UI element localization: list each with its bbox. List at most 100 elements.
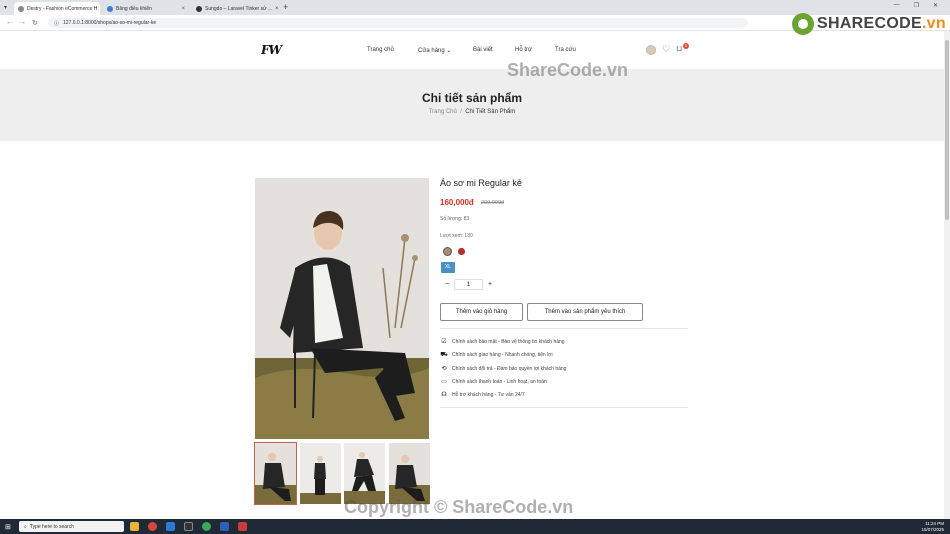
- tab-list-icon[interactable]: ▾: [4, 4, 7, 11]
- breadcrumb-current: Chi Tiết Sản Phẩm: [465, 109, 516, 115]
- minimize-icon[interactable]: —: [894, 2, 900, 9]
- policy-text: Chính sách giao hàng - Nhanh chóng, tiện…: [452, 352, 553, 358]
- url-field[interactable]: ⓘ 127.0.0.1:8000/shops/ao-so-mi-regular-…: [48, 18, 748, 28]
- watermark-center: ShareCode.vn: [507, 60, 629, 80]
- product-thumbnail-2[interactable]: [300, 443, 341, 504]
- color-swatch-1[interactable]: [443, 247, 452, 256]
- close-window-icon[interactable]: ✕: [933, 2, 938, 9]
- heart-icon[interactable]: ♡: [662, 44, 670, 55]
- user-avatar[interactable]: [646, 45, 656, 55]
- app-icon[interactable]: [202, 522, 211, 531]
- policy-text: Chính sách thanh toán - Linh hoạt, an to…: [452, 378, 547, 385]
- divider: [440, 328, 688, 329]
- back-icon[interactable]: ←: [6, 19, 13, 26]
- reload-icon[interactable]: ↻: [32, 19, 38, 27]
- truck-icon: ⛟: [440, 352, 448, 358]
- view-count: Lượt xem: 130: [440, 233, 473, 239]
- site-info-icon[interactable]: ⓘ: [54, 20, 59, 27]
- cart-count-badge: 0: [683, 43, 689, 49]
- favicon-icon: [18, 5, 24, 12]
- page-title: Chi tiết sản phẩm: [421, 91, 522, 105]
- system-tray-clock[interactable]: 11:24 PM 15/07/2025: [921, 521, 944, 532]
- policy-item-shipping: ⛟ Chính sách giao hàng - Nhanh chóng, tiệ…: [440, 351, 553, 359]
- credit-card-icon: ▭: [441, 379, 447, 385]
- taskbar-search[interactable]: ⌕ Type here to search: [19, 521, 124, 532]
- product-thumbnail-4[interactable]: [389, 443, 430, 504]
- quantity-increase-button[interactable]: +: [484, 279, 496, 290]
- color-swatch-2[interactable]: [457, 247, 466, 256]
- size-option-xl[interactable]: XL: [441, 262, 455, 273]
- stock-quantity: Số lượng: 83: [440, 216, 470, 222]
- nav-shop[interactable]: Cửa hàng ⌄: [418, 47, 451, 54]
- brand-main: SHARECODE: [817, 15, 922, 32]
- tab-title: Destry - Fashion eCommerce H: [27, 5, 98, 12]
- watermark-bottom: Copyright © ShareCode.vn: [344, 497, 574, 517]
- quantity-decrease-button[interactable]: −: [441, 279, 453, 290]
- site-header: FW Trang chủ Cửa hàng ⌄ Bài viết Hỗ trợ …: [0, 31, 944, 69]
- thumbnail-photo: [389, 443, 430, 504]
- quantity-input[interactable]: 1: [454, 279, 483, 290]
- browser-tab-tinker[interactable]: Sungdo – Laravel Tinker sử ... ×: [192, 2, 280, 15]
- policy-text: Chính sách đổi trả - Đảm bảo quyền lợi k…: [452, 365, 567, 372]
- policy-item-return: ⟲ Chính sách đổi trả - Đảm bảo quyền lợi …: [440, 365, 567, 373]
- add-to-cart-button[interactable]: Thêm vào giỏ hàng: [440, 303, 523, 321]
- nav-blog[interactable]: Bài viết: [473, 47, 493, 53]
- product-thumbnail-3[interactable]: [344, 443, 385, 504]
- product-price: 160,000đ: [440, 198, 474, 207]
- vscode-icon[interactable]: [166, 522, 175, 531]
- breadcrumb: Trang Chủ / Chi Tiết Sản Phẩm: [0, 109, 944, 115]
- scrollbar-thumb[interactable]: [945, 40, 949, 220]
- thumbnail-photo: [300, 443, 341, 504]
- policy-item-privacy: ☑ Chính sách bảo mật - Bảo vệ thông tin k…: [440, 338, 565, 346]
- divider: [440, 407, 688, 408]
- add-to-wishlist-button[interactable]: Thêm vào sản phẩm yêu thích: [527, 303, 643, 321]
- favicon-icon: [196, 5, 202, 12]
- close-tab-icon[interactable]: ×: [181, 6, 185, 12]
- chrome-icon[interactable]: [148, 522, 157, 531]
- url-text: 127.0.0.1:8000/shops/ao-so-mi-regular-ke: [63, 20, 157, 26]
- browser-tab-dashboard[interactable]: Bảng điều khiển ×: [103, 2, 189, 15]
- nav-lookup[interactable]: Tra cứu: [555, 47, 576, 53]
- shopping-bag-icon[interactable]: ⊔: [676, 44, 682, 53]
- search-placeholder: Type here to search: [29, 523, 75, 530]
- check-square-icon: ☑: [441, 339, 447, 345]
- product-title: Áo sơ mi Regular kẻ: [440, 178, 522, 188]
- app-icon-red[interactable]: [238, 522, 247, 531]
- page-title-banner: Chi tiết sản phẩm Trang Chủ / Chi Tiết S…: [0, 69, 944, 141]
- windows-taskbar: ⊞ ⌕ Type here to search 11:24 PM 15/07/2…: [0, 519, 950, 534]
- sharecode-logo-icon: [792, 13, 814, 35]
- terminal-icon[interactable]: [184, 522, 193, 531]
- product-photo: [255, 178, 429, 439]
- tab-title: Sungdo – Laravel Tinker sử ...: [205, 5, 272, 12]
- word-icon[interactable]: [220, 522, 229, 531]
- close-tab-icon[interactable]: ×: [275, 6, 279, 12]
- product-main-image[interactable]: [255, 178, 429, 439]
- policy-item-support: ☊ Hỗ trợ khách hàng - Tư vấn 24/7: [440, 391, 525, 399]
- forward-icon[interactable]: →: [19, 19, 26, 26]
- refresh-icon: ⟲: [441, 366, 447, 372]
- headset-icon: ☊: [441, 392, 447, 398]
- file-explorer-icon[interactable]: [130, 522, 139, 531]
- nav-home[interactable]: Trang chủ: [367, 47, 394, 53]
- nav-shop-label: Cửa hàng: [418, 48, 445, 54]
- product-old-price: 200,000đ: [481, 200, 504, 206]
- maximize-icon[interactable]: ❐: [914, 2, 919, 9]
- tab-title: Bảng điều khiển: [116, 5, 152, 12]
- clock-date: 15/07/2025: [921, 526, 944, 532]
- favicon-icon: [107, 5, 113, 12]
- clock-time: 11:24 PM: [925, 521, 944, 526]
- brand-suffix: .vn: [921, 15, 946, 32]
- sharecode-logo-text: SHARECODE.vn: [817, 15, 946, 33]
- policy-text: Hỗ trợ khách hàng - Tư vấn 24/7: [452, 391, 525, 398]
- windows-start-icon[interactable]: ⊞: [5, 523, 11, 531]
- window-controls: — ❐ ✕: [894, 2, 950, 9]
- site-logo[interactable]: FW: [261, 43, 282, 57]
- browser-tab-destry[interactable]: Destry - Fashion eCommerce H ×: [14, 2, 100, 15]
- breadcrumb-separator: /: [458, 109, 464, 115]
- policy-text: Chính sách bảo mật - Bảo vệ thông tin kh…: [452, 338, 565, 345]
- nav-support[interactable]: Hỗ trợ: [515, 47, 532, 53]
- breadcrumb-home[interactable]: Trang Chủ: [429, 109, 457, 115]
- new-tab-icon[interactable]: +: [283, 2, 288, 12]
- thumbnail-photo: [344, 443, 385, 504]
- product-thumbnail-1[interactable]: [254, 442, 297, 505]
